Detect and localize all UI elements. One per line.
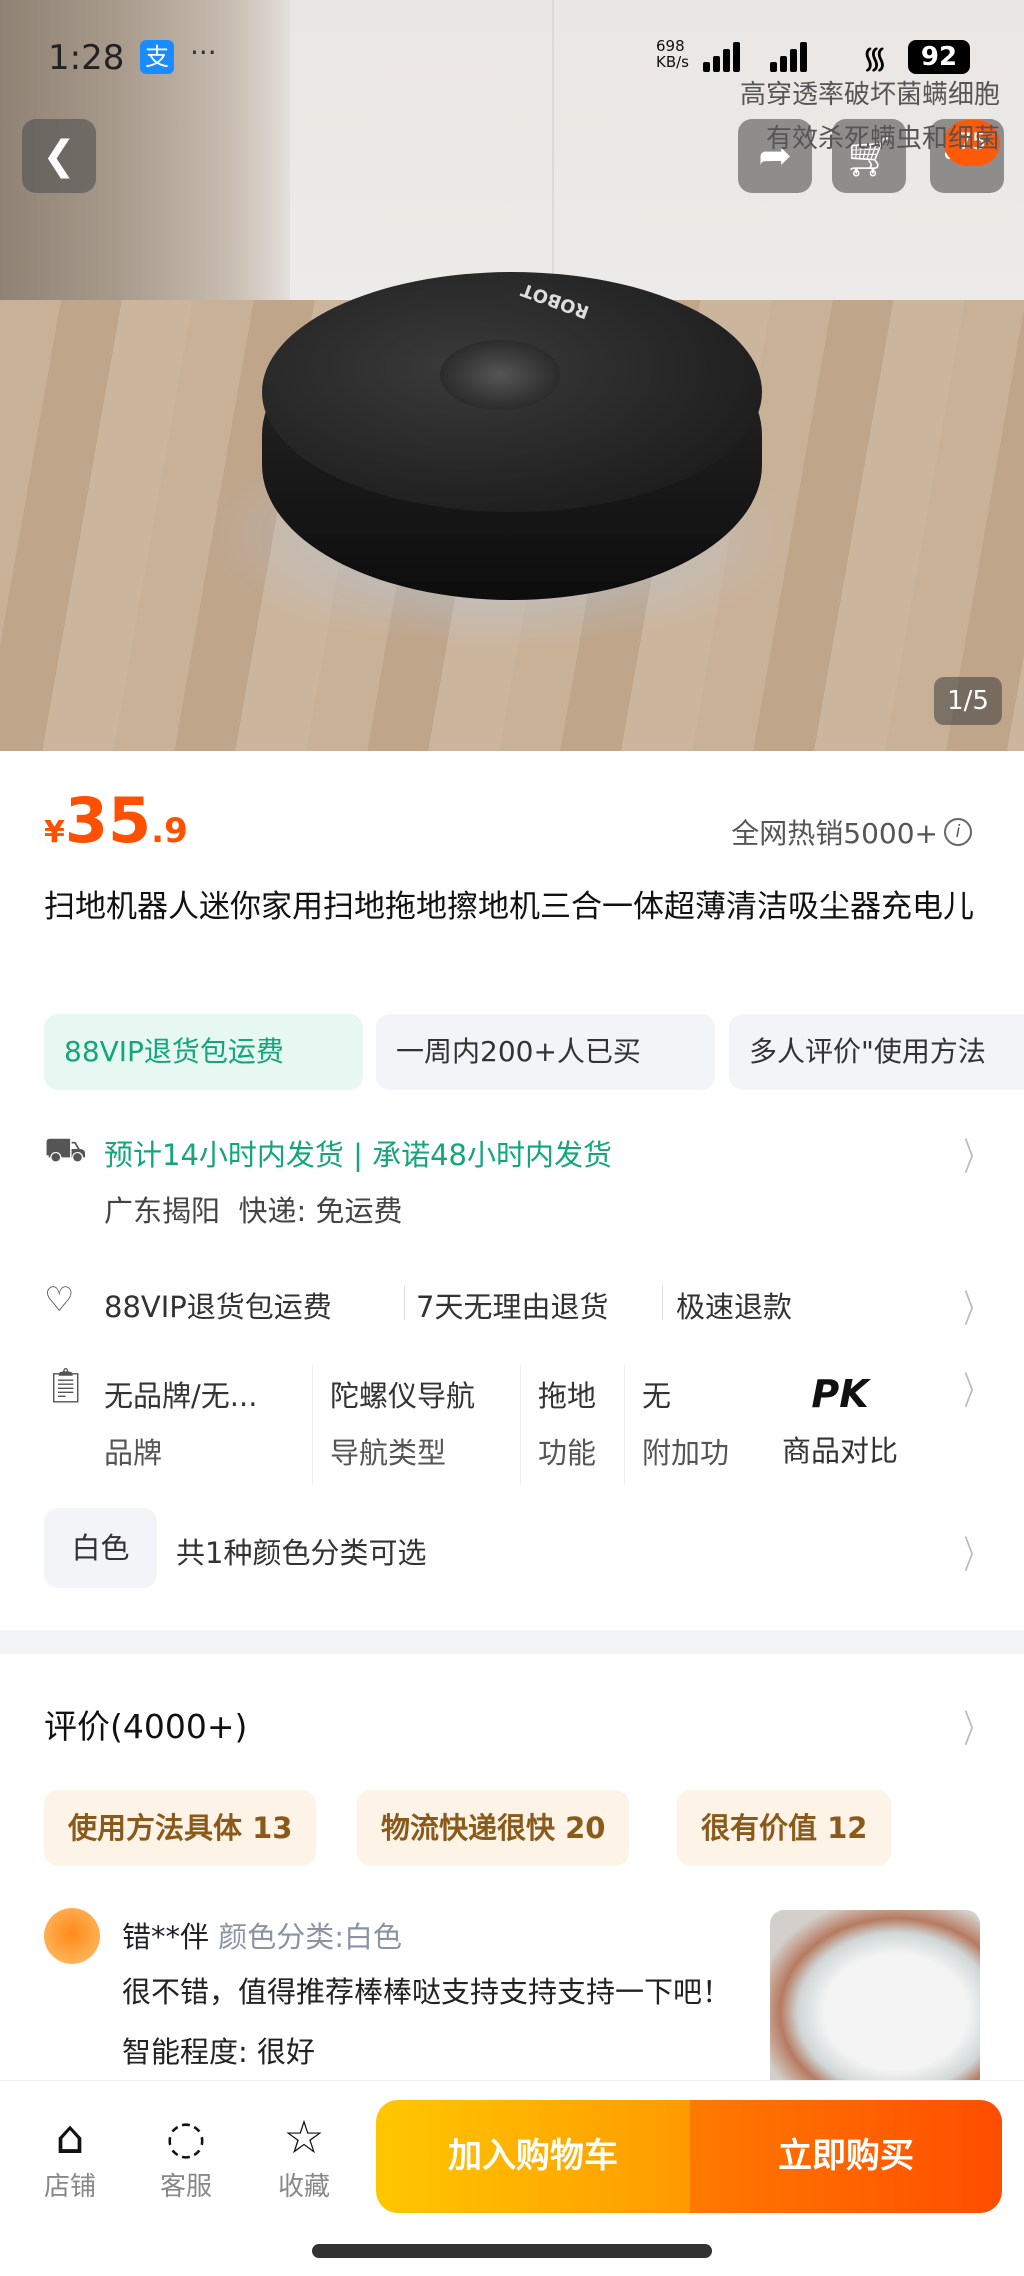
price-decimal: .9 (151, 811, 188, 851)
color-options-text: 共1种颜色分类可选 (176, 1536, 427, 1570)
guarantee-1: 88VIP退货包运费 (104, 1290, 332, 1324)
back-button[interactable]: ❮ (22, 119, 96, 193)
add-to-cart-button[interactable]: 加入购物车 (376, 2100, 690, 2213)
review-tag[interactable]: 很有价值 12 (677, 1790, 892, 1866)
chevron-right-icon[interactable]: 〉 (964, 1278, 987, 1333)
tag-weekly-buyers[interactable]: 一周内200+人已买 (376, 1014, 715, 1090)
chevron-right-icon[interactable]: 〉 (964, 1360, 987, 1415)
price: ¥35.9 (44, 784, 188, 857)
product-image-carousel[interactable]: ROBOT (0, 0, 1024, 751)
image-overlay-text: 有效杀死螨虫和细菌 (765, 124, 1000, 154)
tag-88vip[interactable]: 88VIP退货包运费 (44, 1014, 363, 1090)
spec-label: 功能 (538, 1436, 597, 1470)
spec-value: 无品牌/无... (104, 1379, 258, 1413)
tag-reviews[interactable]: 多人评价"使用方法 (729, 1014, 1024, 1090)
divider (624, 1365, 625, 1485)
alipay-icon: 支 (140, 40, 174, 74)
spec-value: 陀螺仪导航 (330, 1379, 476, 1413)
divider (404, 1286, 405, 1320)
price-currency: ¥ (44, 815, 65, 850)
chevron-left-icon: ❮ (42, 133, 76, 179)
robot-turret (440, 340, 560, 410)
truck-icon: ⛟ (44, 1130, 87, 1170)
spec-label: 附加功 (642, 1436, 730, 1470)
delivery-time: 预计14小时内发货 | 承诺48小时内发货 (104, 1138, 613, 1172)
info-icon: i (944, 818, 972, 846)
wifi-icon: ᯾ (862, 41, 888, 76)
signal-icon-2 (770, 42, 807, 72)
compare-label: 商品对比 (782, 1434, 899, 1468)
image-overlay-text: 高穿透率破坏菌螨细胞 (739, 80, 1000, 110)
buy-now-button[interactable]: 立即购买 (690, 2100, 1002, 2213)
spec-addon[interactable]: 无附加功 (642, 1368, 729, 1482)
net-speed-value: 698 (656, 37, 685, 55)
spec-label: 品牌 (104, 1436, 163, 1470)
service-label: 客服 (159, 2172, 212, 2202)
sales-text: 全网热销5000+ (731, 817, 938, 850)
shop-label: 店铺 (43, 2172, 96, 2202)
review-variant: 颜色分类:白色 (218, 1920, 403, 1954)
favorite-label: 收藏 (277, 2172, 330, 2202)
status-time: 1:28 (48, 38, 125, 78)
battery-icon: 92 (908, 40, 970, 74)
heart-shield-icon: ♡ (44, 1280, 75, 1320)
product-title: 扫地机器人迷你家用扫地拖地擦地机三合一体超薄清洁吸尘器充电儿 (44, 889, 974, 925)
clipboard-icon: 📋︎ (44, 1366, 88, 1406)
customer-service-button[interactable]: ◌ 客服 (146, 2110, 226, 2203)
network-speed: 698 KB/s (656, 38, 689, 70)
review-tag[interactable]: 使用方法具体 13 (44, 1790, 317, 1866)
guarantee-3: 极速退款 (676, 1290, 793, 1324)
guarantee-2: 7天无理由退货 (416, 1290, 609, 1324)
compare-button[interactable]: PK 商品对比 (782, 1366, 898, 1480)
divider (312, 1365, 313, 1485)
spec-label: 导航类型 (330, 1436, 447, 1470)
spec-navigation[interactable]: 陀螺仪导航 导航类型 (330, 1368, 475, 1482)
net-speed-unit: KB/s (656, 53, 689, 71)
signal-icon (703, 42, 740, 72)
review-tag[interactable]: 物流快递很快 20 (357, 1790, 630, 1866)
reviews-header[interactable]: 评价(4000+) (44, 1700, 247, 1748)
spec-brand[interactable]: 无品牌/无... 品牌 (104, 1368, 257, 1482)
favorite-button[interactable]: ☆ 收藏 (264, 2110, 344, 2203)
review-photo[interactable] (770, 1910, 980, 2080)
origin: 广东揭阳 (104, 1194, 221, 1228)
delivery-info: 广东揭阳 快递: 免运费 (104, 1188, 402, 1230)
chevron-right-icon[interactable]: 〉 (964, 1698, 987, 1753)
star-icon: ☆ (283, 2110, 325, 2164)
pk-logo: PK (811, 1372, 869, 1416)
chevron-right-icon[interactable]: 〉 (964, 1524, 987, 1579)
reviewer-name: 错**伴 (122, 1920, 210, 1954)
color-chip[interactable]: 白色 (44, 1508, 157, 1588)
home-indicator[interactable] (312, 2244, 712, 2258)
spec-value: 拖地 (538, 1379, 597, 1413)
chat-face-icon: ◌ (165, 2110, 207, 2164)
reviewer-line: 错**伴 颜色分类:白色 (122, 1914, 402, 1956)
review-text: 很不错，值得推荐棒棒哒支持支持支持一下吧！ 智能程度: 很好 (122, 1975, 732, 2069)
divider (662, 1286, 663, 1320)
price-integer: 35 (64, 784, 152, 857)
sales-count[interactable]: 全网热销5000+ i (731, 812, 972, 852)
image-pager: 1/5 (934, 677, 1002, 725)
shop-button[interactable]: ⌂ 店铺 (30, 2110, 110, 2203)
divider (520, 1365, 521, 1485)
chevron-right-icon[interactable]: 〉 (964, 1126, 987, 1181)
avatar (44, 1908, 100, 1964)
shop-icon: ⌂ (55, 2110, 85, 2164)
spec-value: 无 (642, 1379, 672, 1413)
section-divider (0, 1630, 1024, 1654)
shipping: 快递: 免运费 (238, 1194, 403, 1228)
spec-function[interactable]: 拖地 功能 (538, 1368, 596, 1482)
more-notifications-icon: ··· (190, 36, 217, 69)
